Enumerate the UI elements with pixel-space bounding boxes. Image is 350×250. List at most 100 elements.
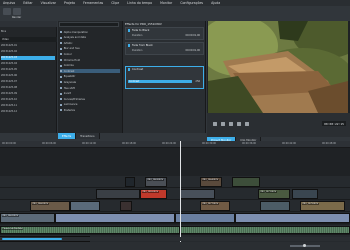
audio-clip[interactable]	[180, 226, 350, 234]
checkbox-icon[interactable]	[127, 29, 130, 32]
effect-item[interactable]: Invert	[60, 92, 120, 96]
fx-contrast[interactable]: Contrast Contrast 256	[125, 66, 204, 89]
clip[interactable]	[125, 177, 135, 187]
timeline-scrollbar[interactable]	[0, 237, 350, 241]
effect-item[interactable]: Luminance	[60, 103, 120, 107]
menu-monitor[interactable]: Monitor	[160, 1, 172, 5]
bin-clip-row[interactable]: 20151225-08	[1, 86, 55, 90]
fx-fade-to-black[interactable]: Fade to Black Duration 00:00:01,00	[125, 27, 204, 40]
tab-effects[interactable]: Effects	[58, 133, 77, 139]
video-track-mid: PRO_1559.MOV PRO_1571.MOV	[0, 188, 350, 200]
tick-label: 00:00:06:00	[42, 142, 57, 145]
clip[interactable]	[232, 177, 260, 187]
menu-settings[interactable]: Configurações	[180, 1, 203, 5]
effect-item[interactable]: Artistic	[60, 41, 120, 45]
effect-item[interactable]: Analysis and data	[60, 36, 120, 40]
bin-clip-row[interactable]: 20151225-11	[1, 104, 55, 108]
forward-icon[interactable]	[229, 122, 233, 126]
bin-clip-row[interactable]: 20151225-06	[1, 74, 55, 78]
checkbox-icon[interactable]	[127, 44, 130, 47]
effect-item[interactable]: Colorize	[60, 64, 120, 68]
clip[interactable]	[120, 201, 132, 211]
fx-param-value[interactable]: 256	[195, 80, 200, 83]
menu-edit[interactable]: Editar	[23, 1, 32, 5]
menu-project[interactable]: Projeto	[64, 1, 75, 5]
clip-selected[interactable]: PRO_1559.MOV	[140, 189, 167, 199]
clip[interactable]: PRO_1571.MOV	[258, 189, 290, 199]
timecode-display[interactable]: 00:00:22:15	[322, 121, 346, 126]
menu-view[interactable]: Visualizar	[41, 1, 56, 5]
bin-clip-row[interactable]: 20151225-03	[1, 56, 55, 60]
menu-clip[interactable]: Clipe	[111, 1, 119, 5]
tick-label: 00:00:30:00	[202, 142, 217, 145]
effect-label: Alpha manipulation	[63, 30, 89, 34]
effect-label: Greyscale	[63, 80, 77, 84]
effect-item[interactable]: Alpha manipulation	[60, 30, 120, 34]
bin-clip-row[interactable]: 20151225-02	[1, 50, 55, 54]
bin-clip-row[interactable]: 20151225-05	[1, 68, 55, 72]
zone-icon[interactable]	[245, 122, 249, 126]
bin-clip-row[interactable]: 20151225-07	[1, 80, 55, 84]
clip[interactable]: PRO_1563.MOV	[145, 177, 167, 187]
render-icon[interactable]	[13, 8, 21, 15]
playhead[interactable]	[180, 141, 181, 250]
effect-item[interactable]: Curves/Primaries	[60, 97, 120, 101]
bin-clip-row[interactable]: 20151225-09	[1, 92, 55, 96]
effects-search-input[interactable]	[59, 22, 119, 27]
menu-file[interactable]: Arquivo	[3, 1, 15, 5]
timeline-ruler[interactable]: 00:00:00:00 00:00:06:00 00:00:12:00 00:0…	[0, 141, 350, 148]
clip-label: PRO_1564.MOV	[202, 178, 219, 181]
scrollbar-thumb[interactable]	[2, 238, 62, 240]
clip[interactable]: PRO_1562.MOV	[0, 213, 55, 223]
clip[interactable]	[96, 189, 140, 199]
loop-icon[interactable]	[237, 122, 241, 126]
bin-folder[interactable]: Video	[0, 37, 57, 42]
clip[interactable]: PRO_1579.MOV	[300, 201, 345, 211]
video-track-top: PRO_1563.MOV PRO_1564.MOV	[0, 176, 350, 188]
new-icon[interactable]	[3, 8, 11, 15]
clip[interactable]	[260, 201, 290, 211]
effect-item[interactable]: Colour	[60, 52, 120, 56]
clip[interactable]	[235, 213, 350, 223]
effect-item[interactable]: Chroma Hold	[60, 58, 120, 62]
audio-clip[interactable]: Camera do Pavilhão	[0, 226, 180, 234]
clip[interactable]: PRO_1577.MOV	[200, 201, 230, 211]
rewind-icon[interactable]	[213, 122, 217, 126]
clip[interactable]	[70, 201, 100, 211]
menu-help[interactable]: Ajuda	[211, 1, 220, 5]
menu-timeline[interactable]: Linha do tempo	[127, 1, 152, 5]
bin-clip-row[interactable]: 20151225-01	[1, 44, 55, 48]
effect-item[interactable]: Blur and hue	[60, 47, 120, 51]
effect-icon	[60, 53, 63, 56]
bin-clip-row[interactable]: 20151225-04	[1, 62, 55, 66]
clip[interactable]: PRO_1564.MOV	[200, 177, 222, 187]
effect-item[interactable]: Greyscale	[60, 80, 120, 84]
zoom-knob[interactable]	[303, 244, 306, 247]
clip[interactable]	[180, 189, 215, 199]
clip[interactable]	[292, 189, 318, 199]
effect-item[interactable]: Contrast	[60, 69, 120, 74]
clip-label: PRO_1563.MOV	[147, 178, 164, 181]
effect-icon	[60, 109, 63, 112]
menu-tools[interactable]: Ferramentas	[83, 1, 103, 5]
play-icon[interactable]	[221, 122, 225, 126]
bin-clip-row[interactable]: 20151225-12	[1, 110, 55, 114]
clip[interactable]: PRO_1560.MOV	[30, 201, 70, 211]
effect-icon	[60, 92, 63, 95]
fx-param-label: Contrast	[129, 80, 140, 83]
fx-param-value[interactable]: 00:00:01,00	[185, 34, 200, 37]
checkbox-icon[interactable]	[127, 68, 130, 71]
clip[interactable]	[55, 213, 175, 223]
tab-transitions[interactable]: Transitions	[76, 133, 100, 139]
effect-item[interactable]: Hue shift	[60, 86, 120, 90]
effect-item[interactable]: Equaliz0r	[60, 75, 120, 79]
clip[interactable]	[175, 213, 235, 223]
fx-name: Fade from Black	[132, 43, 153, 47]
fx-fade-from-black[interactable]: Fade from Black Duration 00:00:01,00	[125, 42, 204, 55]
bin-clip-row[interactable]: 20151225-10	[1, 98, 55, 102]
fx-param-value[interactable]: 00:00:01,00	[185, 49, 200, 52]
audio-track: Camera do Pavilhão	[0, 225, 350, 235]
effect-icon	[60, 47, 63, 50]
clip-label: PRO_1577.MOV	[202, 202, 219, 205]
effect-item[interactable]: Posterize	[60, 108, 120, 112]
